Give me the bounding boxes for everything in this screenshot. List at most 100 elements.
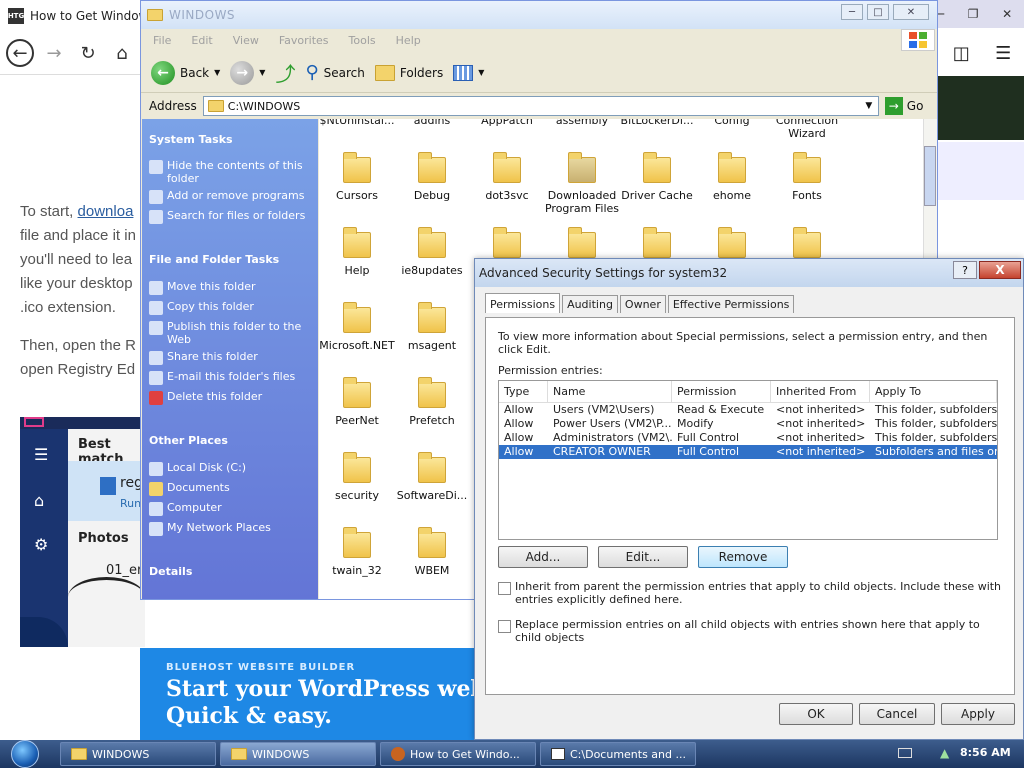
file-folder-tasks-header[interactable]: File and Folder Tasks xyxy=(149,253,279,266)
inherit-checkbox-row[interactable]: Inherit from parent the permission entri… xyxy=(498,580,1008,606)
add-button[interactable]: Add... xyxy=(498,546,588,568)
table-row[interactable]: Allow Users (VM2\Users) Read & Execute <… xyxy=(499,403,997,417)
network-icon[interactable]: ▲ xyxy=(940,746,954,760)
restore-icon[interactable]: ❐ xyxy=(968,7,979,21)
folder-item[interactable]: Prefetch xyxy=(394,377,470,427)
menu-favorites[interactable]: Favorites xyxy=(279,34,329,47)
folder-item[interactable]: addins xyxy=(394,119,470,127)
column-header-permission[interactable]: Permission xyxy=(672,381,771,402)
folder-item[interactable]: Driver Cache xyxy=(619,152,695,202)
folder-item[interactable]: msagent xyxy=(394,302,470,352)
menu-view[interactable]: View xyxy=(233,34,259,47)
article-thumbnail[interactable] xyxy=(938,76,1024,140)
other-places-header[interactable]: Other Places xyxy=(149,434,228,447)
folder-item[interactable]: $NtUninstal... xyxy=(319,119,395,127)
table-row[interactable]: Allow Power Users (VM2\P... Modify <not … xyxy=(499,417,997,431)
menu-edit[interactable]: Edit xyxy=(191,34,212,47)
close-button[interactable]: X xyxy=(979,261,1021,279)
download-link[interactable]: downloa xyxy=(78,203,134,220)
menu-help[interactable]: Help xyxy=(396,34,421,47)
menu-icon[interactable]: ☰ xyxy=(995,43,1011,64)
reload-icon[interactable]: ↻ xyxy=(74,39,102,67)
place-network[interactable]: My Network Places xyxy=(149,521,311,536)
task-delete[interactable]: Delete this folder xyxy=(149,390,311,405)
back-button[interactable]: ← Back ▼ xyxy=(151,60,220,85)
apply-button[interactable]: Apply xyxy=(941,703,1015,725)
permission-entries-list[interactable]: Type Name Permission Inherited From Appl… xyxy=(498,380,998,540)
folder-item[interactable]: ehome xyxy=(694,152,770,202)
edit-button[interactable]: Edit... xyxy=(598,546,688,568)
browser-tab[interactable]: HTG How to Get Windows xyxy=(0,0,145,32)
folder-item[interactable]: WBEM xyxy=(394,527,470,577)
folder-item[interactable]: Debug xyxy=(394,152,470,202)
chevron-down-icon[interactable]: ▼ xyxy=(259,68,265,77)
replace-checkbox[interactable] xyxy=(498,620,511,633)
folders-button[interactable]: Folders xyxy=(374,64,443,81)
go-button[interactable]: → Go xyxy=(884,97,923,115)
task-copy[interactable]: Copy this folder xyxy=(149,300,311,315)
folder-item[interactable]: dot3svc xyxy=(469,152,545,202)
help-button[interactable]: ? xyxy=(953,261,977,279)
task-email[interactable]: E-mail this folder's files xyxy=(149,370,311,385)
place-local-disk[interactable]: Local Disk (C:) xyxy=(149,461,311,476)
taskbar-button-documents[interactable]: C:\Documents and ... xyxy=(540,742,696,766)
menu-file[interactable]: File xyxy=(153,34,171,47)
folder-item[interactable]: Microsoft.NET xyxy=(319,302,395,352)
forward-arrow-icon[interactable]: → xyxy=(40,39,68,67)
folder-item[interactable]: Help xyxy=(319,227,395,277)
views-button[interactable]: ▼ xyxy=(453,64,484,81)
scrollbar-thumb[interactable] xyxy=(924,146,936,206)
folder-item[interactable]: Connection Wizard xyxy=(769,119,845,140)
column-header-inherited[interactable]: Inherited From xyxy=(771,381,870,402)
taskbar-button-windows-active[interactable]: WINDOWS xyxy=(220,742,376,766)
folder-item[interactable]: SoftwareDi... xyxy=(394,452,470,502)
address-input[interactable]: C:\WINDOWS ▼ xyxy=(202,96,879,116)
tab-effective-permissions[interactable]: Effective Permissions xyxy=(667,295,795,313)
start-button[interactable] xyxy=(0,740,50,768)
system-tasks-header[interactable]: System Tasks xyxy=(149,133,233,146)
remove-button[interactable]: Remove xyxy=(698,546,788,568)
article-thumbnail[interactable] xyxy=(938,142,1024,200)
inherit-checkbox[interactable] xyxy=(498,582,511,595)
taskbar-button-windows[interactable]: WINDOWS xyxy=(60,742,216,766)
folder-item[interactable]: Cursors xyxy=(319,152,395,202)
keyboard-icon[interactable] xyxy=(898,748,912,758)
details-header[interactable]: Details xyxy=(149,565,192,578)
folder-item[interactable]: Fonts xyxy=(769,152,845,202)
ok-button[interactable]: OK xyxy=(779,703,853,725)
up-folder-button[interactable]: ⤴ xyxy=(275,58,295,87)
folder-item[interactable]: assembly xyxy=(544,119,620,127)
folder-item[interactable]: ie8updates xyxy=(394,227,470,277)
close-icon[interactable]: ✕ xyxy=(893,4,929,20)
task-share[interactable]: Share this folder xyxy=(149,350,311,365)
folder-item[interactable]: Config xyxy=(694,119,770,127)
menu-tools[interactable]: Tools xyxy=(349,34,376,47)
task-add-remove[interactable]: Add or remove programs xyxy=(149,189,311,204)
chevron-down-icon[interactable]: ▼ xyxy=(862,99,876,113)
back-arrow-icon[interactable]: ← xyxy=(6,39,34,67)
home-icon[interactable]: ⌂ xyxy=(108,39,136,67)
task-move[interactable]: Move this folder xyxy=(149,280,311,295)
dialog-titlebar[interactable]: Advanced Security Settings for system32 xyxy=(475,259,1023,287)
chevron-down-icon[interactable]: ▼ xyxy=(214,68,220,77)
folder-item[interactable]: security xyxy=(319,452,395,502)
taskbar-button-browser[interactable]: How to Get Windo... xyxy=(380,742,536,766)
clock[interactable]: 8:56 AM xyxy=(960,746,1011,759)
sidebar-icon[interactable]: ◫ xyxy=(953,43,970,64)
tab-owner[interactable]: Owner xyxy=(619,295,666,313)
table-row-selected[interactable]: Allow CREATOR OWNER Full Control <not in… xyxy=(499,445,997,459)
ad-banner[interactable]: BLUEHOST WEBSITE BUILDER Start your Word… xyxy=(140,648,475,740)
table-row[interactable]: Allow Administrators (VM2\... Full Contr… xyxy=(499,431,997,445)
tab-auditing[interactable]: Auditing xyxy=(562,295,618,313)
tab-permissions[interactable]: Permissions xyxy=(485,293,561,313)
explorer-titlebar[interactable]: WINDOWS ─ □ ✕ xyxy=(141,1,937,29)
task-publish[interactable]: Publish this folder to the Web xyxy=(149,320,311,346)
column-header-type[interactable]: Type xyxy=(499,381,548,402)
column-header-name[interactable]: Name xyxy=(548,381,672,402)
folder-item[interactable]: AppPatch xyxy=(469,119,545,127)
folder-item[interactable]: PeerNet xyxy=(319,377,395,427)
cancel-button[interactable]: Cancel xyxy=(859,703,935,725)
folder-item[interactable]: Downloaded Program Files xyxy=(544,152,620,215)
place-computer[interactable]: Computer xyxy=(149,501,311,516)
task-hide-contents[interactable]: Hide the contents of this folder xyxy=(149,159,311,185)
